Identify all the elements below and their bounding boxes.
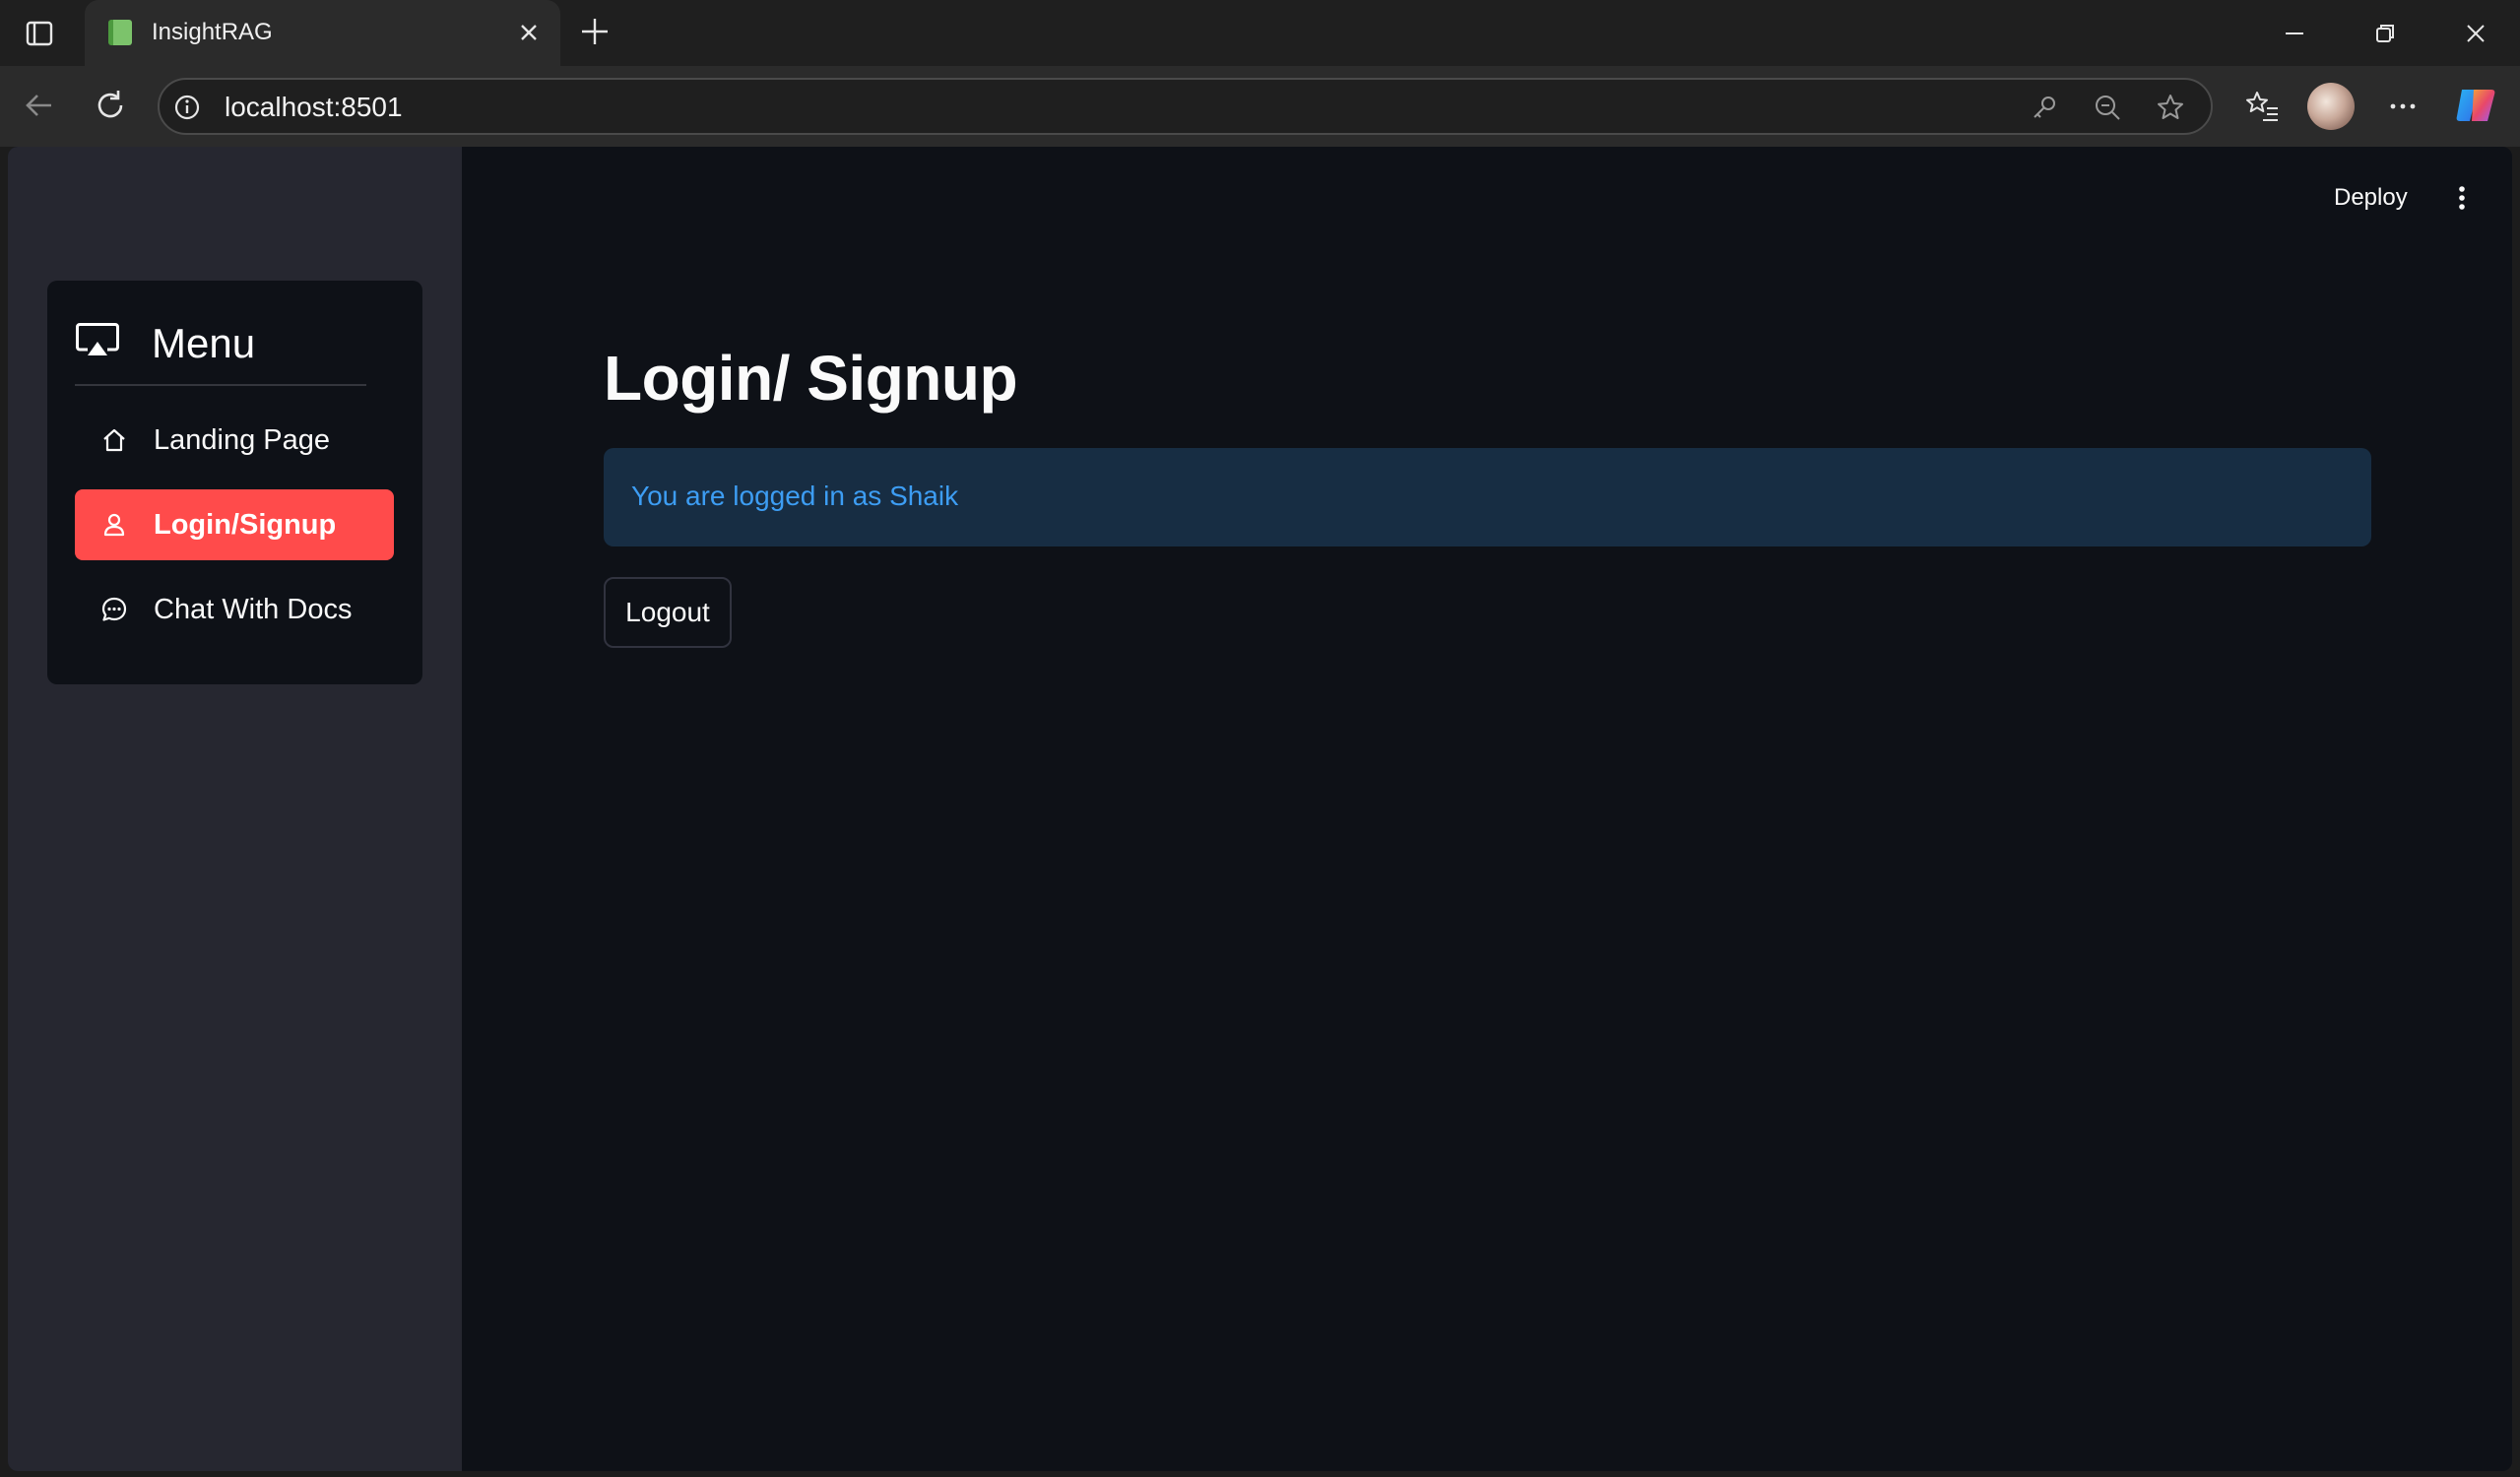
menu-item-chat-with-docs[interactable]: Chat With Docs bbox=[75, 574, 394, 645]
url-text[interactable]: localhost:8501 bbox=[225, 93, 403, 122]
favorites-list-icon[interactable] bbox=[2243, 87, 2283, 126]
cast-icon bbox=[75, 322, 120, 359]
info-message: You are logged in as Shaik bbox=[631, 481, 959, 511]
menu-item-label: Chat With Docs bbox=[154, 594, 353, 625]
new-tab-icon[interactable] bbox=[577, 14, 613, 49]
person-icon bbox=[100, 511, 128, 539]
more-options-icon[interactable] bbox=[2383, 87, 2423, 126]
copilot-icon[interactable] bbox=[2454, 84, 2497, 127]
app-viewport: Menu Landing Page Login/Signup Chat With… bbox=[8, 147, 2512, 1471]
back-icon[interactable] bbox=[20, 86, 59, 125]
menu-title: Menu bbox=[152, 320, 256, 366]
book-icon bbox=[108, 20, 132, 45]
close-tab-icon[interactable] bbox=[514, 18, 544, 47]
page-title: Login/ Signup bbox=[604, 343, 1018, 414]
key-icon[interactable] bbox=[2029, 92, 2060, 123]
sidebar: Menu Landing Page Login/Signup Chat With… bbox=[8, 147, 462, 1471]
minimize-icon[interactable] bbox=[2279, 18, 2310, 49]
tab-title: InsightRAG bbox=[152, 19, 273, 45]
close-window-icon[interactable] bbox=[2460, 18, 2491, 49]
home-icon bbox=[100, 426, 128, 454]
deploy-button[interactable]: Deploy bbox=[2334, 184, 2408, 212]
restore-icon[interactable] bbox=[2369, 18, 2401, 49]
menu-item-label: Landing Page bbox=[154, 424, 330, 456]
logout-button[interactable]: Logout bbox=[604, 577, 732, 648]
browser-toolbar: localhost:8501 bbox=[0, 66, 2520, 147]
favorite-star-icon[interactable] bbox=[2155, 92, 2186, 123]
refresh-icon[interactable] bbox=[91, 86, 130, 125]
chat-icon bbox=[100, 596, 128, 623]
main-menu-icon[interactable] bbox=[2446, 182, 2478, 214]
sidebar-toggle-icon[interactable] bbox=[24, 18, 55, 49]
site-info-icon[interactable] bbox=[173, 94, 201, 121]
menu-item-landing-page[interactable]: Landing Page bbox=[75, 405, 394, 476]
zoom-out-icon[interactable] bbox=[2092, 92, 2123, 123]
menu-item-login-signup[interactable]: Login/Signup bbox=[75, 489, 394, 560]
option-menu: Menu Landing Page Login/Signup Chat With… bbox=[47, 281, 422, 684]
browser-title-bar: InsightRAG bbox=[0, 0, 2520, 66]
info-alert: You are logged in as Shaik bbox=[604, 448, 2371, 546]
menu-item-label: Login/Signup bbox=[154, 509, 337, 541]
menu-divider bbox=[75, 384, 366, 386]
profile-avatar[interactable] bbox=[2307, 83, 2355, 130]
menu-header: Menu bbox=[75, 310, 400, 369]
browser-tab[interactable]: InsightRAG bbox=[85, 0, 560, 66]
address-bar[interactable]: localhost:8501 bbox=[158, 78, 2213, 135]
